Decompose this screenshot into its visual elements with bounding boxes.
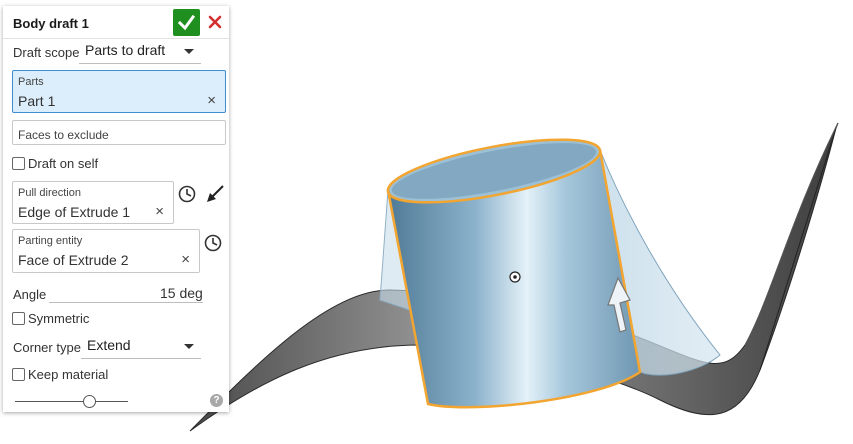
part-cylinder[interactable] bbox=[383, 127, 642, 409]
help-icon[interactable]: ? bbox=[210, 394, 223, 407]
pull-direction-clear-icon[interactable]: × bbox=[155, 203, 164, 220]
accept-button[interactable] bbox=[173, 9, 200, 36]
cancel-button[interactable] bbox=[206, 13, 224, 31]
angle-input[interactable]: 15 deg bbox=[160, 285, 203, 301]
corner-type-value: Extend bbox=[87, 337, 131, 353]
parts-clear-icon[interactable]: × bbox=[207, 92, 216, 109]
parts-value: Part 1 bbox=[18, 93, 56, 109]
parting-entity-field[interactable]: Parting entity Face of Extrude 2 × bbox=[12, 229, 200, 273]
corner-type-label: Corner type bbox=[13, 340, 81, 355]
pull-direction-field[interactable]: Pull direction Edge of Extrude 1 × bbox=[12, 181, 174, 224]
clock-icon[interactable] bbox=[203, 233, 223, 253]
chevron-down-icon bbox=[184, 49, 194, 54]
origin-marker-icon bbox=[509, 271, 521, 283]
parts-field[interactable]: Parts Part 1 × bbox=[12, 70, 226, 113]
parting-entity-caption: Parting entity bbox=[18, 235, 83, 247]
slider-handle[interactable] bbox=[83, 395, 96, 408]
slider-track[interactable] bbox=[15, 401, 128, 402]
symmetric-checkbox[interactable] bbox=[12, 312, 25, 325]
close-icon bbox=[208, 15, 222, 29]
pull-direction-caption: Pull direction bbox=[18, 187, 81, 199]
draft-on-self-label: Draft on self bbox=[28, 156, 99, 171]
parts-caption: Parts bbox=[18, 76, 44, 88]
angle-input-underline bbox=[49, 302, 203, 303]
flip-direction-icon[interactable] bbox=[205, 184, 225, 204]
keep-material-label: Keep material bbox=[28, 367, 109, 382]
body-draft-dialog: Body draft 1 Draft scope Parts to draft … bbox=[3, 6, 229, 412]
draft-scope-select[interactable]: Parts to draft bbox=[79, 41, 201, 64]
draft-scope-value: Parts to draft bbox=[85, 42, 166, 58]
check-icon bbox=[177, 14, 196, 31]
draft-scope-label: Draft scope bbox=[13, 45, 80, 60]
corner-type-select[interactable]: Extend bbox=[81, 336, 201, 359]
chevron-down-icon bbox=[184, 344, 194, 349]
draft-on-self-checkbox[interactable] bbox=[12, 157, 25, 170]
symmetric-label: Symmetric bbox=[28, 311, 90, 326]
faces-to-exclude-placeholder: Faces to exclude bbox=[18, 128, 109, 142]
dialog-title: Body draft 1 bbox=[13, 16, 89, 31]
faces-to-exclude-field[interactable]: Faces to exclude bbox=[12, 120, 226, 145]
angle-label: Angle bbox=[13, 287, 47, 302]
clock-icon[interactable] bbox=[177, 184, 197, 204]
parting-entity-value: Face of Extrude 2 bbox=[18, 252, 129, 268]
parting-entity-clear-icon[interactable]: × bbox=[181, 251, 190, 268]
dialog-header: Body draft 1 bbox=[3, 6, 229, 39]
keep-material-checkbox[interactable] bbox=[12, 368, 25, 381]
pull-direction-value: Edge of Extrude 1 bbox=[18, 204, 131, 220]
